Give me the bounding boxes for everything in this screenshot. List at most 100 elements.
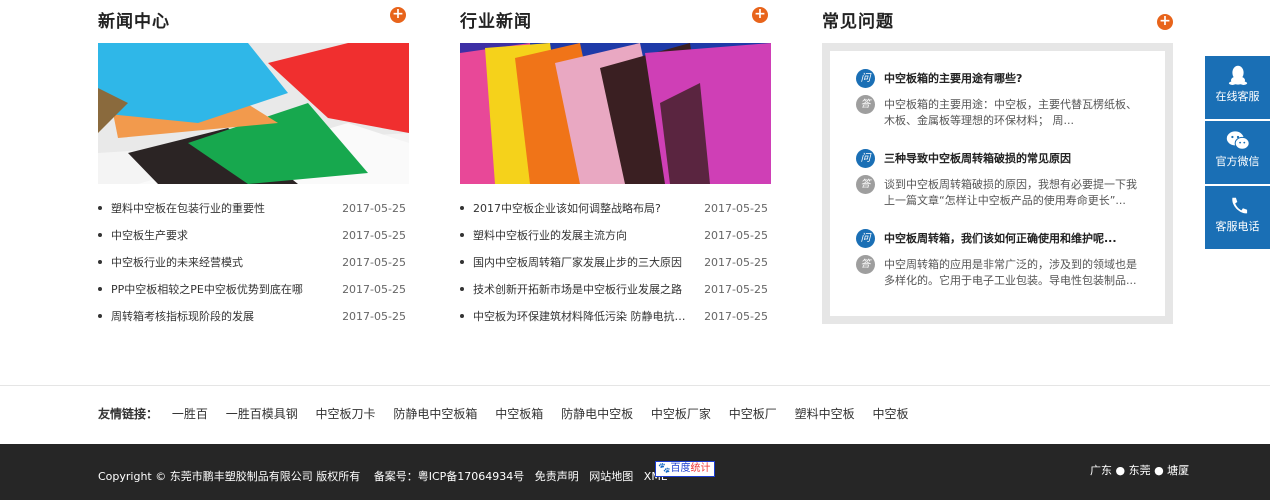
faq-question-text[interactable]: 中空板箱的主要用途有哪些? [884, 72, 1022, 85]
news-list: 塑料中空板在包装行业的重要性 2017-05-25 中空板生产要求 2017-05-… [98, 198, 409, 333]
service-phone-button[interactable]: 客服电话 [1205, 186, 1270, 251]
friend-link[interactable]: 中空板厂 [729, 407, 777, 421]
news-item[interactable]: 塑料中空板行业的发展主流方向 2017-05-25 [460, 225, 771, 252]
faq-question[interactable]: 问中空板箱的主要用途有哪些? [856, 69, 1147, 88]
friend-link[interactable]: 塑料中空板 [795, 407, 855, 421]
bullet-icon [98, 287, 102, 291]
friend-link[interactable]: 一胜百 [172, 407, 208, 421]
news-date: 2017-05-25 [342, 256, 406, 269]
bullet-icon [460, 206, 464, 210]
online-service-label: 在线客服 [1215, 90, 1260, 103]
bullet-icon [460, 233, 464, 237]
faq-more-plus-icon[interactable]: + [1157, 14, 1173, 30]
colored-sheets-image [460, 43, 771, 184]
news-date: 2017-05-25 [704, 283, 768, 296]
news-center-title: 新闻中心 [98, 12, 170, 32]
industry-news-section: 行业新闻 + 2017中空板企业该如何调整战略布局? 2017-05-25 塑料中… [460, 0, 771, 323]
question-badge-icon: 问 [856, 149, 875, 168]
faq-answer: 答谈到中空板周转箱破损的原因，我想有必要提一下我上一篇文章“怎样让中空板产品的使… [856, 175, 1147, 211]
wechat-label: 官方微信 [1215, 155, 1260, 168]
page: 新闻中心 + 塑料中空板在包装行业的重要性 2017-05-25 中空板生产要求 2… [0, 0, 1270, 500]
icp-link[interactable]: 备案号：粤ICP备17064934号 [374, 470, 525, 483]
bullet-icon [98, 233, 102, 237]
news-date: 2017-05-25 [342, 310, 406, 323]
friend-link[interactable]: 中空板厂家 [651, 407, 711, 421]
friend-link[interactable]: 防静电中空板 [561, 407, 633, 421]
news-title[interactable]: PP中空板相较之PE中空板优势到底在哪 [111, 279, 303, 301]
copyright-text: Copyright © 东莞市鹏丰塑胶制品有限公司 版权所有 [98, 470, 361, 483]
news-item[interactable]: 塑料中空板在包装行业的重要性 2017-05-25 [98, 198, 409, 225]
faq-list: 问中空板箱的主要用途有哪些? 答中空板箱的主要用途：中空板，主要代替瓦楞纸板、木… [830, 51, 1165, 316]
news-item[interactable]: PP中空板相较之PE中空板优势到底在哪 2017-05-25 [98, 279, 409, 306]
faq-question[interactable]: 问三种导致中空板周转箱破损的常见原因 [856, 149, 1147, 168]
question-badge-icon: 问 [856, 229, 875, 248]
news-item[interactable]: 2017中空板企业该如何调整战略布局? 2017-05-25 [460, 198, 771, 225]
news-title[interactable]: 国内中空板周转箱厂家发展止步的三大原因 [473, 252, 682, 274]
bullet-icon [460, 287, 464, 291]
disclaimer-link[interactable]: 免责声明 [535, 470, 579, 483]
news-title[interactable]: 塑料中空板在包装行业的重要性 [111, 198, 265, 220]
news-date: 2017-05-25 [704, 310, 768, 323]
news-item[interactable]: 周转箱考核指标现阶段的发展 2017-05-25 [98, 306, 409, 333]
faq-box: 问中空板箱的主要用途有哪些? 答中空板箱的主要用途：中空板，主要代替瓦楞纸板、木… [822, 43, 1173, 324]
news-title[interactable]: 2017中空板企业该如何调整战略布局? [473, 198, 661, 220]
news-item[interactable]: 中空板为环保建筑材料降低污染 防静电抗老... 2017-05-25 [460, 306, 771, 333]
news-title[interactable]: 周转箱考核指标现阶段的发展 [111, 306, 254, 328]
news-title[interactable]: 中空板为环保建筑材料降低污染 防静电抗老... [473, 306, 693, 328]
news-item[interactable]: 技术创新开拓新市场是中空板行业发展之路 2017-05-25 [460, 279, 771, 306]
question-badge-icon: 问 [856, 69, 875, 88]
faq-answer-text: 谈到中空板周转箱破损的原因，我想有必要提一下我上一篇文章“怎样让中空板产品的使用… [884, 178, 1137, 207]
news-more-plus-icon[interactable]: + [390, 7, 406, 23]
news-center-header: 新闻中心 + [98, 0, 409, 40]
bullet-icon [460, 314, 464, 318]
faq-header: 常见问题 + [822, 0, 1173, 40]
industry-more-plus-icon[interactable]: + [752, 7, 768, 23]
news-title[interactable]: 中空板生产要求 [111, 225, 188, 247]
tongji-text-a: 百度 [670, 463, 691, 474]
sitemap-link[interactable]: 网站地图 [589, 470, 633, 483]
baidu-tongji-badge[interactable]: 🐾百度统计 [655, 461, 715, 477]
online-service-button[interactable]: 在线客服 [1205, 56, 1270, 121]
faq-question-text[interactable]: 三种导致中空板周转箱破损的常见原因 [884, 152, 1071, 165]
news-title[interactable]: 中空板行业的未来经营模式 [111, 252, 243, 274]
friend-link[interactable]: 一胜百模具钢 [226, 407, 298, 421]
wechat-button[interactable]: 官方微信 [1205, 121, 1270, 186]
news-cover-image[interactable] [98, 43, 409, 184]
news-title[interactable]: 塑料中空板行业的发展主流方向 [473, 225, 627, 247]
tongji-text-b: 统计 [690, 463, 711, 474]
answer-badge-icon: 答 [856, 175, 875, 194]
friend-link[interactable]: 中空板 [872, 407, 908, 421]
wechat-icon [1226, 131, 1250, 150]
friend-link[interactable]: 中空板刀卡 [316, 407, 376, 421]
colored-boards-image [98, 43, 409, 184]
news-title[interactable]: 技术创新开拓新市场是中空板行业发展之路 [473, 279, 682, 301]
friend-link[interactable]: 防静电中空板箱 [393, 407, 477, 421]
news-item[interactable]: 国内中空板周转箱厂家发展止步的三大原因 2017-05-25 [460, 252, 771, 279]
faq-answer: 答中空板箱的主要用途：中空板，主要代替瓦楞纸板、木板、金属板等理想的环保材料； … [856, 95, 1147, 131]
faq-question-text[interactable]: 中空板周转箱，我们该如何正确使用和维护呢... [884, 232, 1117, 245]
footer-copyright-row: Copyright © 东莞市鹏丰塑胶制品有限公司 版权所有 备案号：粤ICP备… [98, 468, 674, 484]
region-text: 广东 ● 东莞 ● 塘厦 [1090, 464, 1190, 477]
news-date: 2017-05-25 [342, 202, 406, 215]
friend-links-label: 友情链接： [98, 407, 159, 421]
qq-icon [1228, 65, 1247, 85]
friend-link[interactable]: 中空板箱 [495, 407, 543, 421]
news-date: 2017-05-25 [704, 256, 768, 269]
footer: Copyright © 东莞市鹏丰塑胶制品有限公司 版权所有 备案号：粤ICP备… [0, 444, 1270, 500]
news-date: 2017-05-25 [342, 229, 406, 242]
faq-title: 常见问题 [822, 12, 894, 32]
phone-icon [1231, 197, 1247, 214]
news-item[interactable]: 中空板生产要求 2017-05-25 [98, 225, 409, 252]
faq-section: 常见问题 + 问中空板箱的主要用途有哪些? 答中空板箱的主要用途：中空板，主要代… [822, 0, 1173, 324]
faq-answer-text: 中空板箱的主要用途：中空板，主要代替瓦楞纸板、木板、金属板等理想的环保材料； 周… [884, 98, 1137, 127]
news-date: 2017-05-25 [704, 229, 768, 242]
paw-icon: 🐾 [658, 463, 671, 474]
faq-question[interactable]: 问中空板周转箱，我们该如何正确使用和维护呢... [856, 229, 1147, 248]
friend-links: 友情链接： 一胜百 一胜百模具钢 中空板刀卡 防静电中空板箱 中空板箱 防静电中… [98, 405, 922, 422]
faq-answer-text: 中空周转箱的应用是非常广泛的，涉及到的领域也是多样化的。它用于电子工业包装。导电… [884, 258, 1137, 287]
floating-service-bar: 在线客服 官方微信 客服电话 [1205, 56, 1270, 251]
industry-cover-image[interactable] [460, 43, 771, 184]
news-item[interactable]: 中空板行业的未来经营模式 2017-05-25 [98, 252, 409, 279]
bullet-icon [98, 206, 102, 210]
news-date: 2017-05-25 [342, 283, 406, 296]
